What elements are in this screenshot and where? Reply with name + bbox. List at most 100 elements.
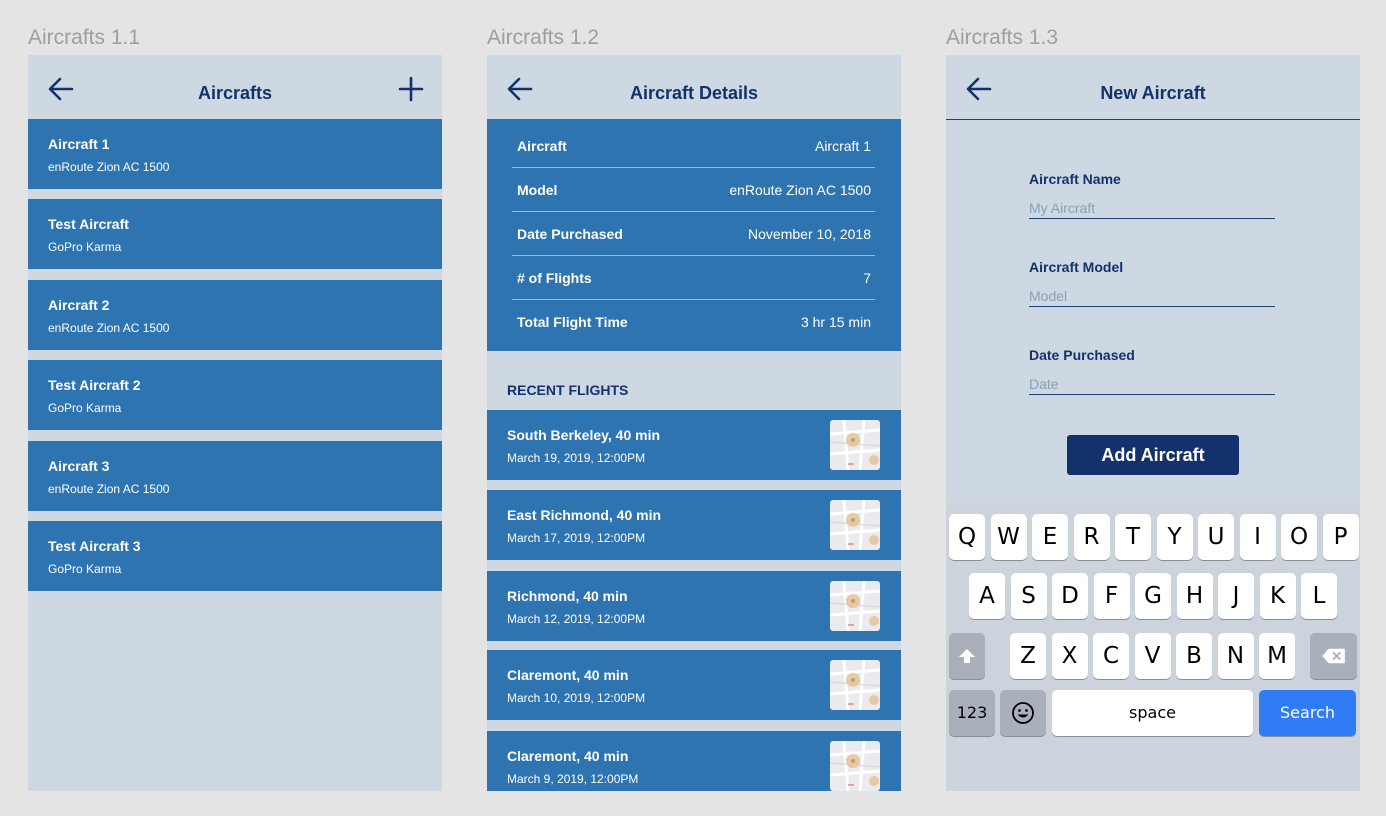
key-a[interactable]: A: [969, 573, 1005, 619]
map-thumbnail-icon: [830, 420, 880, 470]
shift-key[interactable]: [949, 633, 985, 679]
aircraft-name: Aircraft 2: [48, 297, 110, 313]
frame-label-2: Aircrafts 1.2: [487, 26, 600, 49]
onscreen-keyboard: 123 space Search QWERTYUIOP ASDFGHJKL ZXCV…: [946, 503, 1360, 791]
key-p[interactable]: P: [1322, 514, 1359, 560]
key-r[interactable]: R: [1073, 514, 1110, 560]
aircraft-list-item[interactable]: Aircraft 1 enRoute Zion AC 1500: [28, 119, 442, 189]
aircraft-model-label: Aircraft Model: [1029, 259, 1124, 275]
backspace-key[interactable]: [1310, 633, 1357, 679]
aircrafts-list-screen: Aircrafts Aircraft 1 enRoute Zion AC 1500…: [28, 55, 442, 791]
detail-value: 3 hr 15 min: [800, 314, 871, 330]
aircraft-model: enRoute Zion AC 1500: [48, 482, 170, 496]
key-t[interactable]: T: [1115, 514, 1151, 560]
detail-key: Date Purchased: [517, 226, 623, 242]
aircraft-name: Aircraft 3: [48, 458, 110, 474]
key-d[interactable]: D: [1052, 573, 1088, 619]
key-q[interactable]: Q: [949, 514, 985, 560]
key-w[interactable]: W: [990, 514, 1027, 560]
add-aircraft-button[interactable]: Add Aircraft: [1067, 435, 1239, 475]
flight-list-item[interactable]: Claremont, 40 min March 9, 2019, 12:00PM: [487, 731, 901, 791]
flight-title: Claremont, 40 min: [507, 748, 629, 764]
detail-key: Aircraft: [517, 138, 567, 154]
detail-value: November 10, 2018: [748, 226, 871, 242]
flight-list-item[interactable]: East Richmond, 40 min March 17, 2019, 12:…: [487, 490, 901, 560]
detail-key: # of Flights: [517, 270, 592, 286]
key-i[interactable]: I: [1239, 514, 1276, 560]
detail-value: 7: [863, 270, 871, 286]
detail-row: Total Flight Time 3 hr 15 min: [512, 299, 875, 343]
recent-flights-heading: RECENT FLIGHTS: [507, 382, 629, 398]
aircraft-model: GoPro Karma: [48, 562, 122, 576]
space-key[interactable]: space: [1052, 690, 1253, 736]
numbers-key[interactable]: 123: [949, 690, 995, 736]
flight-date: March 19, 2019, 12:00PM: [507, 451, 646, 465]
key-m[interactable]: M: [1259, 633, 1295, 679]
key-u[interactable]: U: [1198, 514, 1234, 560]
new-aircraft-screen: New Aircraft Aircraft Name Aircraft Mode…: [946, 55, 1360, 791]
aircraft-name: Aircraft 1: [48, 136, 110, 152]
frame-label-3: Aircrafts 1.3: [946, 26, 1059, 49]
aircraft-name: Test Aircraft 3: [48, 538, 141, 554]
detail-value: Aircraft 1: [814, 138, 871, 154]
aircraft-model: GoPro Karma: [48, 240, 122, 254]
flight-list-item[interactable]: Claremont, 40 min March 10, 2019, 12:00PM: [487, 650, 901, 720]
flight-date: March 12, 2019, 12:00PM: [507, 612, 646, 626]
aircraft-name: Test Aircraft: [48, 216, 129, 232]
aircraft-model: GoPro Karma: [48, 401, 122, 415]
key-f[interactable]: F: [1093, 573, 1130, 619]
flight-title: Richmond, 40 min: [507, 588, 628, 604]
aircraft-model: enRoute Zion AC 1500: [48, 160, 170, 174]
detail-row: # of Flights 7: [512, 255, 875, 300]
flight-list-item[interactable]: Richmond, 40 min March 12, 2019, 12:00PM: [487, 571, 901, 641]
plus-icon[interactable]: [398, 76, 424, 102]
nav-bar: Aircrafts: [28, 55, 442, 119]
detail-value: enRoute Zion AC 1500: [729, 182, 871, 198]
detail-row: Model enRoute Zion AC 1500: [512, 167, 875, 212]
date-purchased-input[interactable]: [1029, 374, 1275, 395]
detail-row: Date Purchased November 10, 2018: [512, 211, 875, 256]
key-g[interactable]: G: [1135, 573, 1171, 619]
key-e[interactable]: E: [1032, 514, 1068, 560]
aircraft-list-item[interactable]: Test Aircraft 2 GoPro Karma: [28, 360, 442, 430]
page-title: Aircraft Details: [629, 83, 759, 103]
aircraft-list-item[interactable]: Aircraft 2 enRoute Zion AC 1500: [28, 280, 442, 350]
aircraft-list-item[interactable]: Test Aircraft GoPro Karma: [28, 199, 442, 269]
map-thumbnail-icon: [830, 500, 880, 550]
page-title: New Aircraft: [1100, 83, 1206, 103]
key-h[interactable]: H: [1176, 573, 1213, 619]
detail-key: Total Flight Time: [517, 314, 628, 330]
aircraft-list-item[interactable]: Aircraft 3 enRoute Zion AC 1500: [28, 441, 442, 511]
key-o[interactable]: O: [1281, 514, 1317, 560]
map-thumbnail-icon: [830, 741, 880, 791]
aircraft-model-input[interactable]: [1029, 286, 1275, 307]
key-y[interactable]: Y: [1156, 514, 1193, 560]
key-l[interactable]: L: [1301, 573, 1337, 619]
key-j[interactable]: J: [1218, 573, 1254, 619]
flight-date: March 9, 2019, 12:00PM: [507, 772, 639, 786]
page-title: Aircrafts: [197, 83, 273, 103]
map-thumbnail-icon: [830, 581, 880, 631]
aircraft-details-screen: Aircraft Details Aircraft Aircraft 1 Model…: [487, 55, 901, 791]
aircraft-list-item[interactable]: Test Aircraft 3 GoPro Karma: [28, 521, 442, 591]
key-v[interactable]: V: [1134, 633, 1171, 679]
key-z[interactable]: Z: [1010, 633, 1046, 679]
detail-row: Aircraft Aircraft 1: [512, 123, 875, 168]
aircraft-name-label: Aircraft Name: [1029, 171, 1121, 187]
nav-bar: New Aircraft: [946, 55, 1360, 120]
nav-bar: Aircraft Details: [487, 55, 901, 119]
backspace-icon: [1321, 648, 1345, 664]
emoji-key[interactable]: [1000, 690, 1046, 736]
key-b[interactable]: B: [1176, 633, 1212, 679]
key-s[interactable]: S: [1010, 573, 1047, 619]
key-k[interactable]: K: [1259, 573, 1296, 619]
flight-title: South Berkeley, 40 min: [507, 427, 661, 443]
aircraft-name-input[interactable]: [1029, 198, 1275, 219]
emoji-icon: [1012, 702, 1034, 724]
flight-list-item[interactable]: South Berkeley, 40 min March 19, 2019, 12…: [487, 410, 901, 480]
key-c[interactable]: C: [1093, 633, 1129, 679]
search-key[interactable]: Search: [1259, 690, 1356, 736]
aircraft-name: Test Aircraft 2: [48, 377, 141, 393]
key-x[interactable]: X: [1051, 633, 1088, 679]
key-n[interactable]: N: [1217, 633, 1254, 679]
